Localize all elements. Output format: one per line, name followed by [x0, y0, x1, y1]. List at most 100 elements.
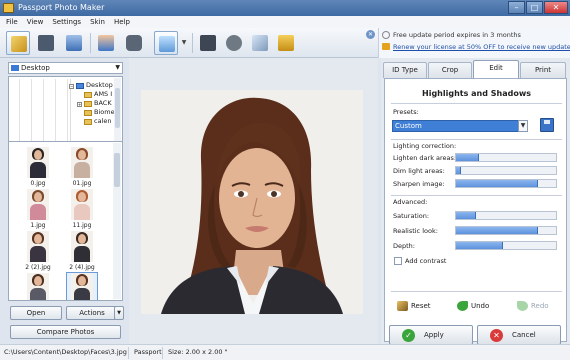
- sharpen-image-slider[interactable]: [455, 179, 557, 188]
- save-icon: [38, 35, 54, 51]
- folder-dropdown[interactable]: Desktop ▼: [8, 62, 123, 74]
- sharpen-image-label: Sharpen image:: [393, 180, 445, 188]
- toolbar: ▼: [0, 28, 378, 58]
- cancel-icon: ✕: [490, 329, 503, 342]
- depth-slider[interactable]: [455, 241, 557, 250]
- menu-bar: File View Settings Skin Help: [0, 16, 570, 28]
- menu-skin[interactable]: Skin: [90, 16, 105, 28]
- thumbnail-item-selected[interactable]: [66, 272, 98, 300]
- display-button[interactable]: [154, 31, 178, 55]
- window-title: Passport Photo Maker: [18, 3, 105, 12]
- menu-settings[interactable]: Settings: [52, 16, 81, 28]
- update-period-text: Free update period expires in 3 months: [393, 31, 521, 39]
- open-wizard-button[interactable]: [6, 31, 30, 55]
- folder-icon: [84, 119, 92, 125]
- thumbnail-grid: 0.jpg 01.jpg 1.jpg 11.jpg 2 (2).jpg 2 (4…: [8, 141, 123, 301]
- portrait-image: [141, 90, 363, 314]
- thumbnail-item[interactable]: 2 (4).jpg: [67, 231, 97, 271]
- tab-print[interactable]: Print: [520, 62, 566, 78]
- photo-transfer-icon: [252, 35, 268, 51]
- file-browser-panel: Desktop ▼ − Desktop AMS I + BACK Biome c…: [8, 60, 124, 342]
- menu-help[interactable]: Help: [114, 16, 130, 28]
- tree-item[interactable]: Biome: [83, 108, 115, 117]
- reset-button[interactable]: Reset: [397, 301, 431, 311]
- save-preset-icon[interactable]: [540, 118, 554, 132]
- realistic-look-label: Realistic look:: [393, 227, 438, 235]
- presets-label: Presets:: [393, 108, 419, 116]
- close-button[interactable]: ✕: [544, 1, 568, 14]
- redo-button[interactable]: Redo: [517, 301, 549, 311]
- undo-arrow-icon: [457, 301, 468, 311]
- thumbnail-item[interactable]: 01.jpg: [67, 147, 97, 187]
- thumbnail-item[interactable]: 2 (2).jpg: [23, 231, 53, 271]
- presets-dropdown[interactable]: Custom ▼: [392, 120, 528, 132]
- renew-license-link[interactable]: Renew your license at 50% OFF to receive…: [393, 43, 570, 51]
- open-button[interactable]: Open: [10, 306, 62, 320]
- maximize-button[interactable]: □: [526, 1, 543, 14]
- cancel-button[interactable]: ✕ Cancel: [477, 325, 561, 345]
- saturation-slider[interactable]: [455, 211, 557, 220]
- tab-crop[interactable]: Crop: [428, 62, 472, 78]
- lighten-dark-areas-label: Lighten dark areas:: [393, 154, 457, 162]
- chevron-down-icon: ▼: [115, 64, 120, 71]
- camera-icon: [126, 35, 142, 51]
- print-icon: [66, 35, 82, 51]
- book-icon: [200, 35, 216, 51]
- thumbnail-item[interactable]: 11.jpg: [67, 189, 97, 229]
- image-display-icon: [159, 36, 175, 52]
- menu-file[interactable]: File: [6, 16, 18, 28]
- lighten-dark-areas-slider[interactable]: [455, 153, 557, 162]
- compare-photos-button[interactable]: Compare Photos: [10, 325, 121, 339]
- save-button[interactable]: [34, 31, 58, 55]
- tree-expand-toggle[interactable]: +: [77, 102, 82, 107]
- tab-edit[interactable]: Edit: [473, 60, 519, 78]
- camera-button[interactable]: [122, 31, 146, 55]
- tree-item[interactable]: calen: [83, 117, 111, 126]
- tree-item[interactable]: AMS I: [83, 90, 112, 99]
- contacts-button[interactable]: [94, 31, 118, 55]
- menu-view[interactable]: View: [27, 16, 44, 28]
- actions-dropdown-arrow[interactable]: ▼: [114, 306, 124, 320]
- shopping-cart-icon: [278, 35, 294, 51]
- add-contrast-checkbox[interactable]: [394, 257, 402, 265]
- thumbnail-vertical-scrollbar[interactable]: [113, 143, 121, 299]
- divider: [391, 291, 562, 292]
- edit-tab-content: Highlights and Shadows Presets: Custom ▼…: [384, 78, 567, 345]
- realistic-look-slider[interactable]: [455, 226, 557, 235]
- tree-item[interactable]: BACK: [83, 99, 112, 108]
- thumbnail-item[interactable]: 0.jpg: [23, 147, 53, 187]
- apply-button[interactable]: ✓ Apply: [389, 325, 473, 345]
- redo-arrow-icon: [517, 301, 528, 311]
- depth-label: Depth:: [393, 242, 415, 250]
- close-notice-icon[interactable]: ✕: [366, 30, 375, 39]
- divider: [391, 195, 562, 196]
- toolbar-separator: [90, 33, 91, 53]
- actions-button[interactable]: Actions: [66, 306, 118, 320]
- tree-item-desktop[interactable]: Desktop: [75, 81, 113, 90]
- lighting-correction-label: Lighting correction:: [393, 142, 457, 150]
- dim-light-areas-slider[interactable]: [455, 166, 557, 175]
- folder-dropdown-value: Desktop: [21, 64, 50, 72]
- transfer-button[interactable]: [248, 31, 272, 55]
- toolbar-separator: [192, 33, 193, 53]
- display-dropdown-arrow[interactable]: ▼: [180, 33, 188, 53]
- editor-panel: ID Type Crop Edit Print Highlights and S…: [381, 58, 570, 345]
- order-prints-button[interactable]: [274, 31, 298, 55]
- thumbnail-item[interactable]: 1.jpg: [23, 189, 53, 229]
- status-separator: [162, 347, 163, 359]
- undo-button[interactable]: Undo: [457, 301, 489, 311]
- advanced-label: Advanced:: [393, 198, 428, 206]
- folder-icon: [76, 83, 84, 89]
- status-file-path: C:\Users\Content\Desktop\Faces\3.jpg: [4, 348, 127, 356]
- chevron-down-icon: ▼: [518, 120, 528, 132]
- book-button[interactable]: [196, 31, 220, 55]
- print-button[interactable]: [62, 31, 86, 55]
- thumbnail-item[interactable]: [23, 273, 53, 300]
- folder-icon: [84, 101, 92, 107]
- passport-photo[interactable]: [141, 90, 363, 314]
- tab-id-type[interactable]: ID Type: [383, 62, 427, 78]
- minimize-button[interactable]: –: [508, 1, 525, 14]
- film-button[interactable]: [222, 31, 246, 55]
- folder-icon: [84, 110, 92, 116]
- tree-collapse-toggle[interactable]: −: [69, 84, 74, 89]
